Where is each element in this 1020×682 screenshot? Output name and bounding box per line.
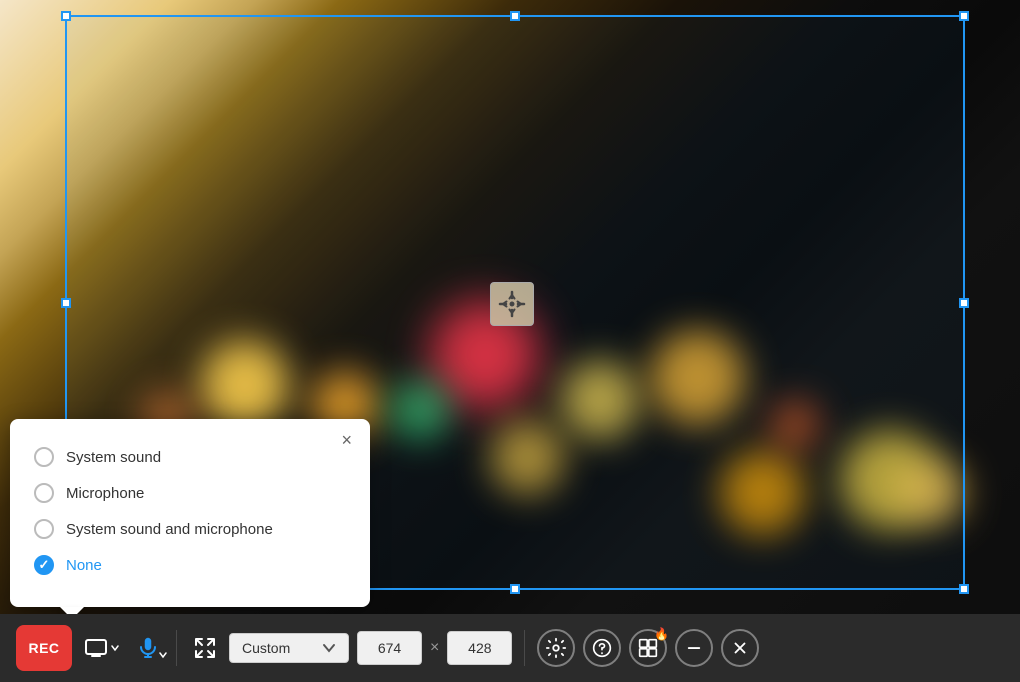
- screen-dropdown-arrow: [110, 643, 120, 653]
- resolution-value: Custom: [242, 640, 290, 656]
- help-button[interactable]: [583, 629, 621, 667]
- minimize-button[interactable]: [675, 629, 713, 667]
- settings-button[interactable]: [537, 629, 575, 667]
- audio-option-system-sound[interactable]: System sound: [34, 439, 346, 475]
- resolution-dropdown[interactable]: Custom: [229, 633, 349, 663]
- audio-popup: × System sound Microphone System sound a…: [10, 419, 370, 607]
- radio-none[interactable]: [34, 555, 54, 575]
- separator-2: [524, 630, 525, 666]
- screen-icon: [84, 636, 108, 660]
- grid-icon: [638, 638, 658, 658]
- gear-icon: [545, 637, 567, 659]
- height-input[interactable]: [447, 631, 512, 665]
- fullscreen-icon: [193, 636, 217, 660]
- mic-dropdown-arrow[interactable]: [156, 648, 170, 662]
- audio-label-system-sound: System sound: [66, 449, 161, 466]
- separator-1: [176, 630, 177, 666]
- close-button[interactable]: [721, 629, 759, 667]
- audio-label-system-and-mic: System sound and microphone: [66, 521, 273, 538]
- dropdown-arrow-icon: [322, 643, 336, 653]
- audio-option-system-and-mic[interactable]: System sound and microphone: [34, 511, 346, 547]
- fire-badge: 🔥: [654, 627, 669, 641]
- question-icon: [592, 638, 612, 658]
- radio-system-and-mic[interactable]: [34, 519, 54, 539]
- rec-button[interactable]: REC: [16, 625, 72, 671]
- layout-button[interactable]: 🔥: [629, 629, 667, 667]
- mic-button-container: [132, 632, 164, 664]
- move-cursor-icon[interactable]: [490, 282, 534, 326]
- popup-close-button[interactable]: ×: [335, 429, 358, 451]
- audio-option-microphone[interactable]: Microphone: [34, 475, 346, 511]
- audio-label-microphone: Microphone: [66, 485, 144, 502]
- radio-system-sound[interactable]: [34, 447, 54, 467]
- close-icon: [731, 639, 749, 657]
- fullscreen-button[interactable]: [189, 632, 221, 664]
- dimension-separator: ×: [430, 639, 439, 657]
- screen-capture-button[interactable]: [80, 632, 124, 664]
- audio-label-none: None: [66, 557, 102, 574]
- audio-option-none[interactable]: None: [34, 547, 346, 583]
- minus-icon: [685, 639, 703, 657]
- chevron-down-icon: [158, 651, 168, 659]
- radio-microphone[interactable]: [34, 483, 54, 503]
- toolbar: REC Custom: [0, 614, 1020, 682]
- width-input[interactable]: [357, 631, 422, 665]
